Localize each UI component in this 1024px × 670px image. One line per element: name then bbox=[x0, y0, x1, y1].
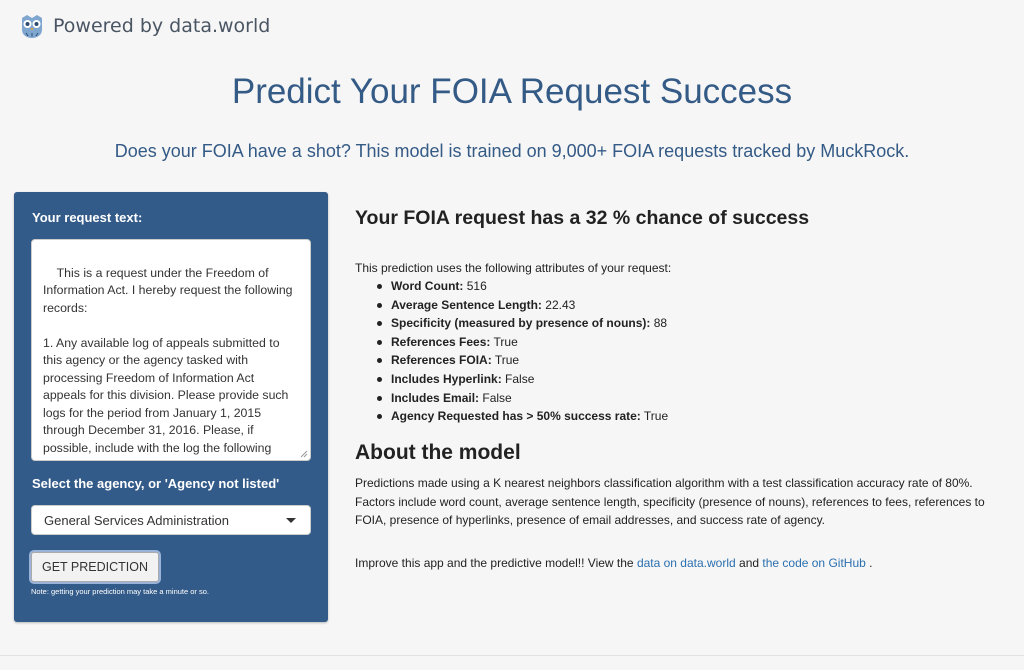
attribute-label: References FOIA: bbox=[391, 353, 492, 368]
about-body: Predictions made using a K nearest neigh… bbox=[355, 476, 985, 527]
page-subtitle: Does your FOIA have a shot? This model i… bbox=[114, 141, 910, 161]
attribute-label: Agency Requested has > 50% success rate: bbox=[391, 409, 641, 424]
attribute-value: 516 bbox=[463, 279, 487, 293]
attribute-value: False bbox=[479, 390, 512, 405]
list-item: References FOIA: True bbox=[376, 351, 668, 370]
resize-handle-icon[interactable] bbox=[300, 450, 308, 458]
result-heading: Your FOIA request has a 32 % chance of s… bbox=[355, 207, 810, 229]
brand[interactable]: Powered by data.world bbox=[18, 12, 270, 40]
input-panel: Your request text: This is a request und… bbox=[14, 192, 328, 622]
attribute-list: Word Count: 516 Average Sentence Length:… bbox=[355, 277, 668, 426]
attribute-label: Specificity (measured by presence of nou… bbox=[391, 316, 651, 331]
improve-suffix: . bbox=[865, 556, 873, 570]
list-item: Includes Hyperlink: False bbox=[376, 370, 668, 389]
attribute-value: 22.43 bbox=[541, 297, 576, 312]
list-item: Average Sentence Length: 22.43 bbox=[376, 296, 668, 315]
request-text-label: Your request text: bbox=[32, 210, 143, 225]
github-link[interactable]: the code on GitHub bbox=[762, 556, 865, 570]
list-item: Includes Email: False bbox=[376, 389, 668, 408]
attribute-value: False bbox=[501, 371, 535, 386]
list-item: References Fees: True bbox=[376, 333, 668, 352]
divider bbox=[0, 655, 1024, 656]
agency-selected-value: General Services Administration bbox=[44, 512, 229, 528]
improve-and: and bbox=[735, 556, 763, 570]
request-textarea[interactable]: This is a request under the Freedom of I… bbox=[31, 239, 311, 461]
attribute-value: 88 bbox=[650, 316, 668, 331]
prediction-note: Note: getting your prediction may take a… bbox=[31, 587, 210, 596]
attribute-value: True bbox=[490, 334, 518, 349]
attribute-label: Includes Email: bbox=[391, 390, 480, 405]
list-item: Word Count: 516 bbox=[376, 277, 668, 296]
attribute-label: References Fees: bbox=[391, 334, 491, 349]
get-prediction-button[interactable]: GET PREDICTION bbox=[31, 552, 159, 582]
data-link[interactable]: data on data.world bbox=[637, 556, 736, 570]
request-text-value: This is a request under the Freedom of I… bbox=[43, 265, 293, 461]
brand-text: Powered by data.world bbox=[53, 15, 271, 37]
page-title: Predict Your FOIA Request Success bbox=[231, 72, 793, 111]
list-item: Agency Requested has > 50% success rate:… bbox=[376, 407, 669, 426]
improve-prefix: Improve this app and the predictive mode… bbox=[355, 556, 637, 570]
attribute-label: Average Sentence Length: bbox=[391, 297, 542, 312]
attribute-value: True bbox=[640, 409, 669, 424]
about-heading: About the model bbox=[355, 441, 521, 464]
agency-select[interactable]: General Services Administration bbox=[31, 505, 311, 535]
result-intro: This prediction uses the following attri… bbox=[355, 261, 672, 275]
attribute-value: True bbox=[491, 353, 520, 368]
attribute-label: Includes Hyperlink: bbox=[391, 371, 502, 386]
improve-text: Improve this app and the predictive mode… bbox=[355, 556, 872, 570]
list-item: Specificity (measured by presence of nou… bbox=[376, 314, 668, 333]
agency-select-label: Select the agency, or 'Agency not listed… bbox=[32, 476, 280, 491]
attribute-label: Word Count: bbox=[391, 279, 464, 293]
chevron-down-icon bbox=[286, 518, 296, 523]
owl-logo-icon bbox=[22, 15, 42, 38]
